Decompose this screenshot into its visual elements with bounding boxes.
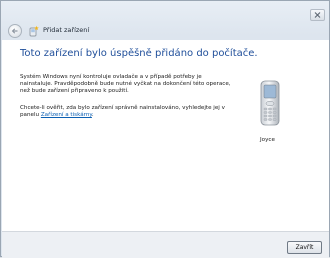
device-name-label: Joyce	[260, 137, 275, 143]
driver-info-text: Systém Windows nyní kontroluje ovladače …	[20, 74, 231, 95]
verify-info-text: Chcete-li ověřit, zda bylo zařízení sprá…	[20, 105, 235, 119]
content-panel: Toto zařízení bylo úspěšně přidáno do po…	[2, 40, 329, 231]
devices-and-printers-link[interactable]: Zařízení a tiskárny	[41, 112, 92, 118]
window-title: Přidat zařízení	[43, 26, 90, 34]
add-device-window: Přidat zařízení Toto zařízení bylo úspěš…	[0, 0, 330, 258]
add-device-icon	[29, 25, 39, 37]
footer-bar: Zavřít	[2, 231, 329, 258]
close-button[interactable]	[310, 9, 325, 21]
mobile-phone-icon	[260, 80, 280, 126]
back-arrow-icon	[11, 28, 18, 34]
page-heading: Toto zařízení bylo úspěšně přidáno do po…	[20, 48, 258, 59]
back-button[interactable]	[8, 24, 22, 38]
verify-text-after-link: .	[91, 112, 94, 119]
close-icon	[314, 12, 321, 18]
close-wizard-button[interactable]: Zavřít	[287, 241, 322, 254]
